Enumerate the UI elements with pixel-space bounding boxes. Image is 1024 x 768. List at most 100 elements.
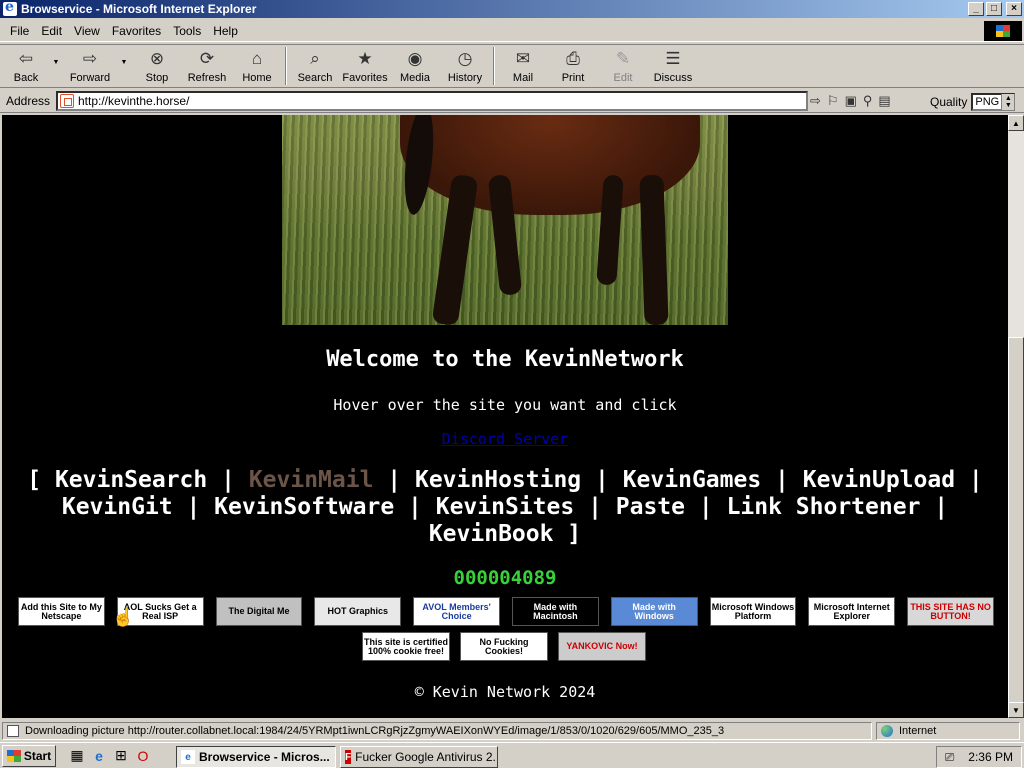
menu-view[interactable]: View: [68, 24, 106, 38]
web-button-badge[interactable]: This site is certified 100% cookie free!: [362, 632, 450, 661]
address-input[interactable]: http://kevinthe.horse/: [56, 91, 808, 111]
tray-icon[interactable]: ⎚: [945, 750, 955, 765]
quality-value: PNG: [975, 96, 1000, 108]
media-icon: ◉: [407, 49, 423, 68]
scroll-up-arrow[interactable]: ▲: [1008, 115, 1024, 131]
find-icon[interactable]: ⚲: [863, 93, 873, 109]
ie-task-icon: e: [181, 750, 195, 764]
history-label: History: [447, 72, 483, 84]
back-button[interactable]: ⇦ Back: [4, 45, 48, 87]
badge-row-1: Add this Site to My Netscape AOL Sucks Ge…: [18, 597, 994, 626]
web-button-badge[interactable]: YANKOVIC Now!: [558, 632, 646, 661]
address-tools: ⇨ ⚐ ▣ ⚲ ▤: [810, 93, 891, 109]
nav-kevinsites[interactable]: KevinSites: [436, 494, 574, 520]
vertical-scrollbar[interactable]: ▲ ▼: [1008, 115, 1024, 718]
scroll-down-arrow[interactable]: ▼: [1008, 702, 1024, 718]
quality-control: Quality PNG ▲ ▼: [930, 93, 1016, 111]
web-button-badge[interactable]: AVOL Members' Choice: [413, 597, 500, 626]
status-message: Downloading picture http://router.collab…: [2, 722, 872, 740]
edit-button[interactable]: ✎ Edit: [598, 45, 648, 87]
quality-label: Quality: [930, 95, 968, 109]
status-bar: Downloading picture http://router.collab…: [0, 721, 1024, 741]
web-button-badge[interactable]: No Fucking Cookies!: [460, 632, 548, 661]
toolbar-separator: [285, 47, 287, 85]
web-button-badge[interactable]: The Digital Me: [215, 597, 303, 626]
back-dropdown[interactable]: ▼: [48, 45, 64, 87]
web-button-badge[interactable]: Microsoft Internet Explorer: [808, 597, 896, 626]
nav-kevinbook[interactable]: KevinBook: [429, 521, 554, 547]
show-desktop-icon[interactable]: ▦: [68, 747, 86, 765]
web-button-badge[interactable]: HOT Graphics: [314, 597, 402, 626]
history-button[interactable]: ◷ History: [440, 45, 490, 87]
web-button-badge[interactable]: THIS SITE HAS NO BUTTON!: [907, 597, 994, 626]
maximize-button[interactable]: □: [986, 2, 1002, 16]
menu-favorites[interactable]: Favorites: [106, 24, 167, 38]
print-icon: ⎙: [566, 49, 580, 68]
close-button[interactable]: ×: [1006, 2, 1022, 16]
mail-button[interactable]: ✉ Mail: [498, 45, 548, 87]
search-icon: ⌕: [310, 49, 320, 68]
web-button-badge[interactable]: Add this Site to My Netscape: [18, 597, 105, 626]
menu-help[interactable]: Help: [207, 24, 244, 38]
web-button-badge[interactable]: Microsoft Windows Platform: [709, 597, 797, 626]
title-bar[interactable]: Browservice - Microsoft Internet Explore…: [0, 0, 1024, 18]
nav-kevinmail[interactable]: KevinMail: [249, 467, 374, 493]
taskbar: Start ▦ e ⊞ O e Browservice - Micros... …: [0, 742, 1024, 768]
ie-logo-icon: [3, 0, 17, 16]
scroll-thumb[interactable]: [1008, 337, 1024, 705]
discuss-label: Discuss: [653, 72, 693, 84]
toolbar-separator: [493, 47, 495, 85]
task-browservice[interactable]: e Browservice - Micros...: [176, 746, 336, 768]
network-icon[interactable]: ⊞: [112, 747, 130, 765]
zone-text: Internet: [899, 725, 937, 737]
nav-kevinsoftware[interactable]: KevinSoftware: [214, 494, 394, 520]
print-button[interactable]: ⎙ Print: [548, 45, 598, 87]
task-antivirus-label: Fucker Google Antivirus 2...: [355, 750, 498, 764]
screenshot-icon[interactable]: ▣: [845, 93, 857, 109]
discord-link[interactable]: Discord Server: [442, 430, 568, 448]
start-button[interactable]: Start: [2, 744, 56, 767]
windows-logo-icon: [984, 21, 1022, 41]
mail-label: Mail: [512, 72, 534, 84]
address-label: Address: [6, 93, 51, 108]
clipboard-icon[interactable]: ▤: [878, 93, 890, 109]
nav-paste[interactable]: Paste: [616, 494, 685, 520]
stop-button[interactable]: ⊗ Stop: [132, 45, 182, 87]
standard-toolbar: ⇦ Back ▼ ⇨ Forward ▼ ⊗ Stop ⟳ Refresh ⌂ Home …: [0, 44, 1024, 88]
page-content[interactable]: Welcome to the KevinNetwork Hover over t…: [2, 115, 1008, 718]
nav-kevingames[interactable]: KevinGames: [623, 467, 761, 493]
search-button[interactable]: ⌕ Search: [290, 45, 340, 87]
nav-kevingit[interactable]: KevinGit: [62, 494, 173, 520]
quality-spinner[interactable]: ▲ ▼: [1001, 94, 1015, 110]
web-button-badge[interactable]: Made with Windows: [610, 597, 698, 626]
minimize-button[interactable]: _: [968, 2, 984, 16]
search-label: Search: [297, 72, 333, 84]
go-arrow-icon[interactable]: ⇨: [810, 93, 821, 109]
opera-icon[interactable]: O: [134, 747, 152, 765]
media-button[interactable]: ◉ Media: [390, 45, 440, 87]
home-button[interactable]: ⌂ Home: [232, 45, 282, 87]
home-icon: ⌂: [251, 49, 263, 68]
task-antivirus[interactable]: F Fucker Google Antivirus 2...: [340, 746, 498, 768]
forward-label: Forward: [69, 72, 111, 84]
bookmark-icon[interactable]: ⚐: [827, 93, 839, 109]
nav-kevinupload[interactable]: KevinUpload: [803, 467, 955, 493]
nav-link-shortener[interactable]: Link Shortener: [727, 494, 921, 520]
hover-instructions: Hover over the site you want and click: [333, 396, 677, 414]
refresh-button[interactable]: ⟳ Refresh: [182, 45, 232, 87]
discuss-button[interactable]: ☰ Discuss: [648, 45, 698, 87]
quality-select[interactable]: PNG ▲ ▼: [971, 93, 1016, 111]
task-browservice-label: Browservice - Micros...: [199, 750, 330, 764]
menu-file[interactable]: File: [4, 24, 35, 38]
favorites-button[interactable]: ★ Favorites: [340, 45, 390, 87]
antivirus-task-icon: F: [345, 750, 352, 764]
web-button-badge[interactable]: Made with Macintosh: [511, 597, 599, 626]
forward-button[interactable]: ⇨ Forward: [64, 45, 116, 87]
forward-dropdown[interactable]: ▼: [116, 45, 132, 87]
ie-quicklaunch-icon[interactable]: e: [90, 747, 108, 765]
nav-kevinsearch[interactable]: KevinSearch: [55, 467, 207, 493]
discuss-icon: ☰: [665, 49, 681, 68]
nav-kevinhosting[interactable]: KevinHosting: [415, 467, 581, 493]
menu-tools[interactable]: Tools: [167, 24, 207, 38]
menu-edit[interactable]: Edit: [35, 24, 68, 38]
